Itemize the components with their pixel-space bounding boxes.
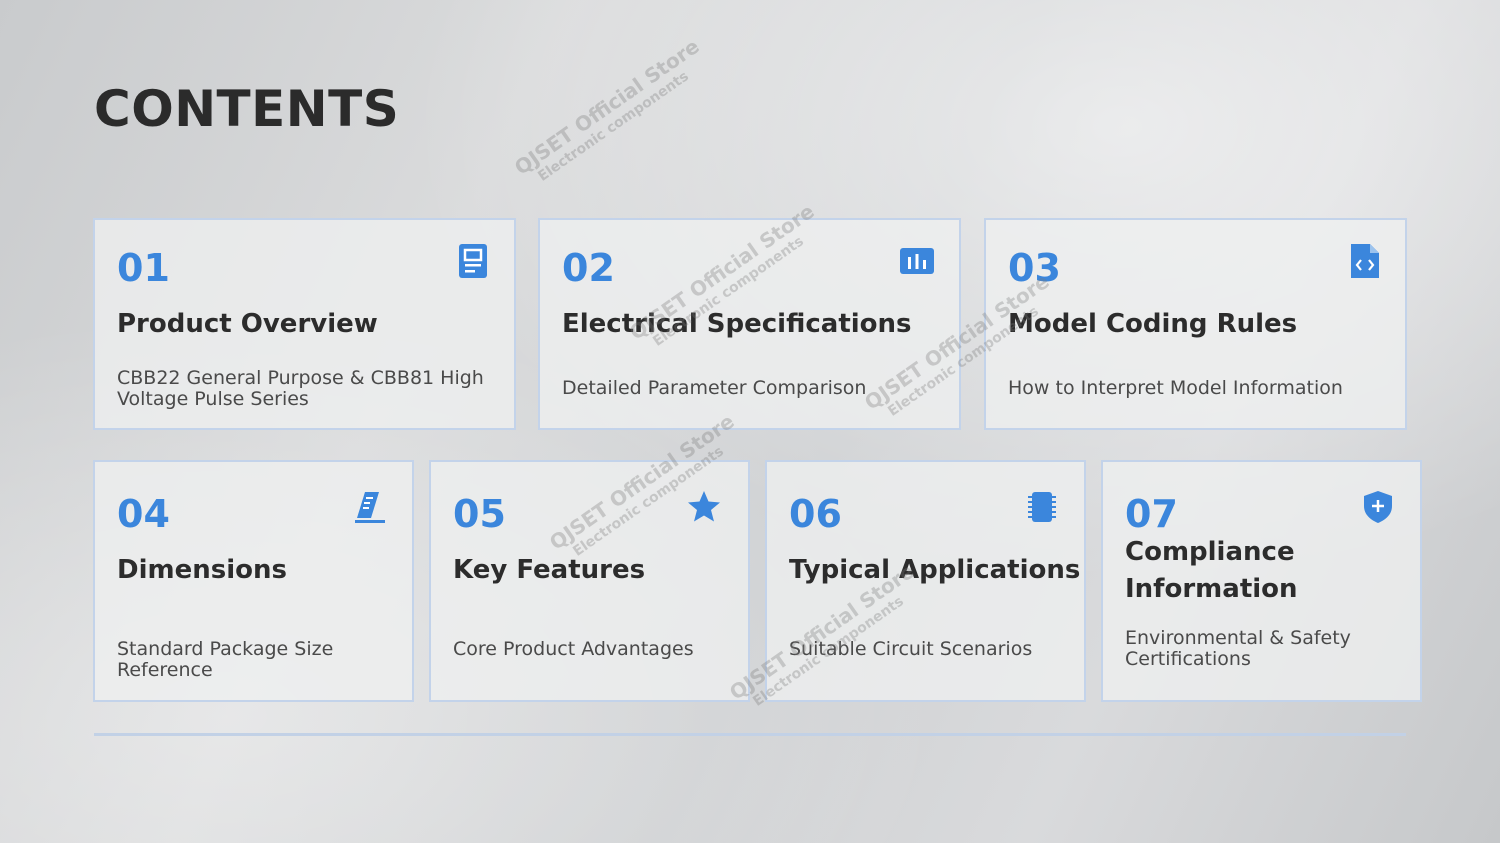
star-icon [688, 491, 720, 522]
contents-card-06[interactable]: 06 Typical Applications Suitable Circuit… [765, 460, 1086, 702]
card-heading: Product Overview [117, 309, 378, 339]
contents-card-05[interactable]: 05 Key Features Core Product Advantages [429, 460, 750, 702]
card-heading: Dimensions [117, 555, 287, 585]
contents-card-04[interactable]: 04 Dimensions Standard Package Size Refe… [93, 460, 414, 702]
ruler-icon [355, 492, 385, 523]
card-description: How to Interpret Model Information [1008, 377, 1343, 399]
watermark: QJSET Official Store Electronic component… [510, 34, 704, 185]
card-number: 01 [117, 246, 170, 290]
card-heading: Typical Applications [789, 555, 1081, 585]
card-description: Standard Package Size Reference [117, 638, 334, 681]
card-number: 04 [117, 492, 170, 536]
card-description: CBB22 General Purpose & CBB81 High Volta… [117, 367, 484, 410]
document-icon [459, 244, 487, 278]
card-description: Environmental & Safety Certifications [1125, 627, 1351, 670]
card-description: Core Product Advantages [453, 638, 694, 660]
contents-card-03[interactable]: 03 Model Coding Rules How to Interpret M… [984, 218, 1407, 430]
code-file-icon [1351, 244, 1379, 278]
card-description: Suitable Circuit Scenarios [789, 638, 1033, 660]
card-number: 07 [1125, 492, 1178, 536]
contents-card-01[interactable]: 01 Product Overview CBB22 General Purpos… [93, 218, 516, 430]
card-number: 06 [789, 492, 842, 536]
page-title: CONTENTS [94, 80, 400, 138]
bar-chart-icon [900, 248, 934, 274]
divider-line [94, 733, 1406, 736]
chip-icon [1028, 492, 1056, 522]
contents-card-02[interactable]: 02 Electrical Specifications Detailed Pa… [538, 218, 961, 430]
card-number: 05 [453, 492, 506, 536]
card-heading: Electrical Specifications [562, 309, 912, 339]
shield-plus-icon [1364, 491, 1392, 523]
card-number: 02 [562, 246, 615, 290]
card-heading: Model Coding Rules [1008, 309, 1298, 339]
card-heading: Compliance Information [1125, 537, 1298, 604]
card-heading: Key Features [453, 555, 646, 585]
contents-card-07[interactable]: 07 Compliance Information Environmental … [1101, 460, 1422, 702]
card-number: 03 [1008, 246, 1061, 290]
card-description: Detailed Parameter Comparison [562, 377, 867, 399]
